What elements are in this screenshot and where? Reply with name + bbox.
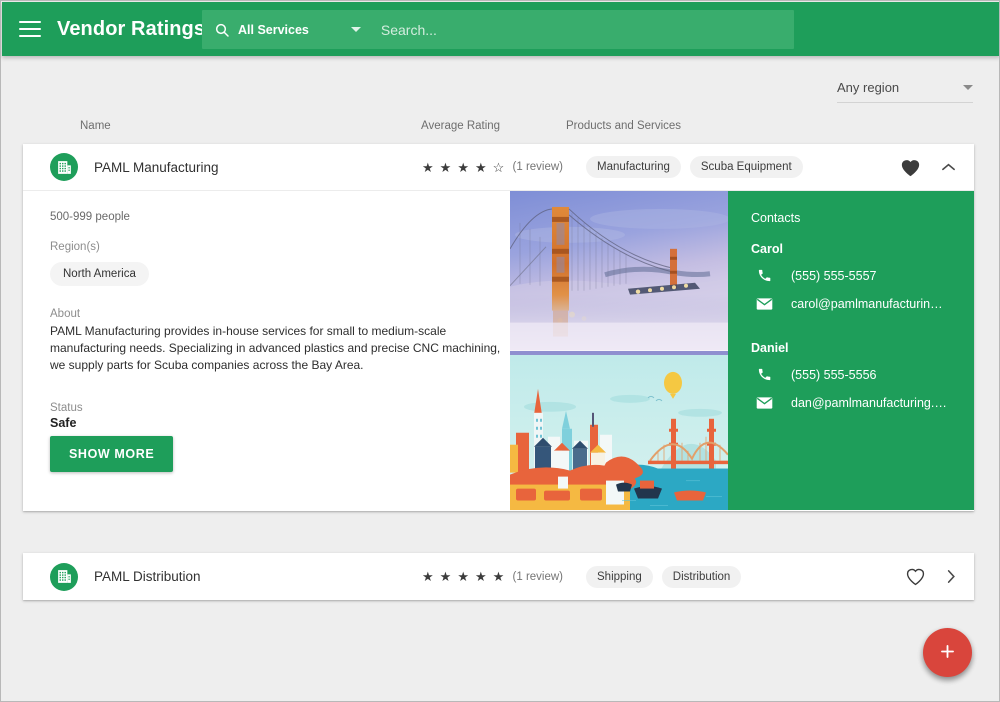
column-header-products: Products and Services xyxy=(566,120,682,132)
vendor-photos xyxy=(510,191,728,510)
vendor-card-header[interactable]: PAML Manufacturing ★ ★ ★ ★ ☆ (1 review) … xyxy=(23,144,974,191)
contact-divider xyxy=(751,325,974,341)
vendor-rating: ★ ★ ★ ★ ☆ (1 review) xyxy=(422,161,563,174)
plus-icon xyxy=(938,642,957,664)
chip-distribution[interactable]: Distribution xyxy=(661,565,742,588)
vendor-card-body: 500-999 people Region(s) North America A… xyxy=(23,191,974,510)
contacts-panel: Contacts Carol (555) 555-5557 carol@paml… xyxy=(728,191,974,510)
review-count: (1 review) xyxy=(512,570,564,583)
chevron-up-icon[interactable] xyxy=(941,162,956,172)
region-filter-label: Any region xyxy=(837,80,900,95)
search-input[interactable] xyxy=(380,21,780,38)
contacts-title: Contacts xyxy=(751,211,801,225)
vendor-chips: Manufacturing Scuba Equipment xyxy=(586,156,803,178)
column-headers: Name Average Rating Products and Service… xyxy=(2,120,999,140)
review-count: (1 review) xyxy=(512,161,564,173)
contact-name-carol: Carol xyxy=(751,242,783,256)
contact-phone-value: (555) 555-5556 xyxy=(791,367,877,382)
email-icon xyxy=(751,396,777,410)
contact-email-value: dan@pamlmanufacturing.… xyxy=(791,396,947,410)
chip-scuba-equipment[interactable]: Scuba Equipment xyxy=(689,156,803,178)
vendor-rating: ★ ★ ★ ★ ★ (1 review) xyxy=(422,570,563,583)
vendor-chips: Shipping Distribution xyxy=(586,565,742,588)
chevron-right-icon[interactable] xyxy=(946,569,956,584)
chevron-down-icon[interactable] xyxy=(963,85,973,90)
status-label: Status xyxy=(50,402,83,415)
vendor-name: PAML Distribution xyxy=(94,569,201,584)
email-icon xyxy=(751,297,777,311)
building-icon xyxy=(50,562,78,591)
add-vendor-fab[interactable] xyxy=(923,628,972,677)
vendor-card-collapsed[interactable]: PAML Distribution ★ ★ ★ ★ ★ (1 review) S… xyxy=(23,553,974,600)
content-area: Any region Name Average Rating Products … xyxy=(2,56,999,701)
employee-count: 500-999 people xyxy=(50,211,130,223)
contact-email-daniel[interactable]: dan@pamlmanufacturing.… xyxy=(751,396,974,410)
san-francisco-skyline-illustration xyxy=(510,350,728,510)
show-more-button[interactable]: SHOW MORE xyxy=(50,436,174,472)
search-bar: All Services xyxy=(202,10,794,49)
building-icon xyxy=(50,153,78,181)
search-icon xyxy=(214,22,230,38)
contact-name-daniel: Daniel xyxy=(751,341,789,355)
vendor-card-expanded: PAML Manufacturing ★ ★ ★ ★ ☆ (1 review) … xyxy=(23,144,974,511)
column-header-rating: Average Rating xyxy=(421,120,501,132)
region-filter[interactable]: Any region xyxy=(837,80,973,103)
service-filter-select[interactable]: All Services xyxy=(238,23,309,37)
status-badge: Safe xyxy=(50,416,77,431)
contact-phone-carol[interactable]: (555) 555-5557 xyxy=(751,268,974,283)
chevron-down-icon[interactable] xyxy=(350,27,361,32)
about-text: PAML Manufacturing provides in-house ser… xyxy=(50,324,501,373)
page-title: Vendor Ratings xyxy=(57,17,206,40)
vendor-details: 500-999 people Region(s) North America A… xyxy=(23,191,510,510)
phone-icon xyxy=(751,367,777,382)
chip-shipping[interactable]: Shipping xyxy=(586,565,653,588)
contact-phone-value: (555) 555-5557 xyxy=(791,268,877,283)
vendor-name: PAML Manufacturing xyxy=(94,159,219,175)
star-rating: ★ ★ ★ ★ ★ xyxy=(422,569,506,584)
heart-outline-icon[interactable] xyxy=(905,567,926,586)
column-header-name: Name xyxy=(80,120,111,132)
region-chip: North America xyxy=(50,262,149,286)
about-label: About xyxy=(50,308,81,320)
contact-email-carol[interactable]: carol@pamlmanufacturin… xyxy=(751,297,974,311)
heart-filled-icon[interactable] xyxy=(900,158,921,177)
regions-label: Region(s) xyxy=(50,241,100,253)
hamburger-menu-icon[interactable] xyxy=(19,21,41,37)
phone-icon xyxy=(751,268,777,283)
chip-manufacturing[interactable]: Manufacturing xyxy=(586,156,681,178)
contact-phone-daniel[interactable]: (555) 555-5556 xyxy=(751,367,974,382)
app-bar: Vendor Ratings All Services xyxy=(2,2,999,56)
contact-email-value: carol@pamlmanufacturin… xyxy=(791,297,943,311)
vendor-card-actions xyxy=(900,158,956,177)
app-window: Vendor Ratings All Services Any region N… xyxy=(0,0,1000,702)
vendor-card-actions xyxy=(905,567,956,586)
vendor-card-header[interactable]: PAML Distribution ★ ★ ★ ★ ★ (1 review) S… xyxy=(23,553,974,600)
golden-gate-bridge-fog-photo xyxy=(510,191,728,351)
star-rating: ★ ★ ★ ★ ☆ xyxy=(422,159,506,175)
